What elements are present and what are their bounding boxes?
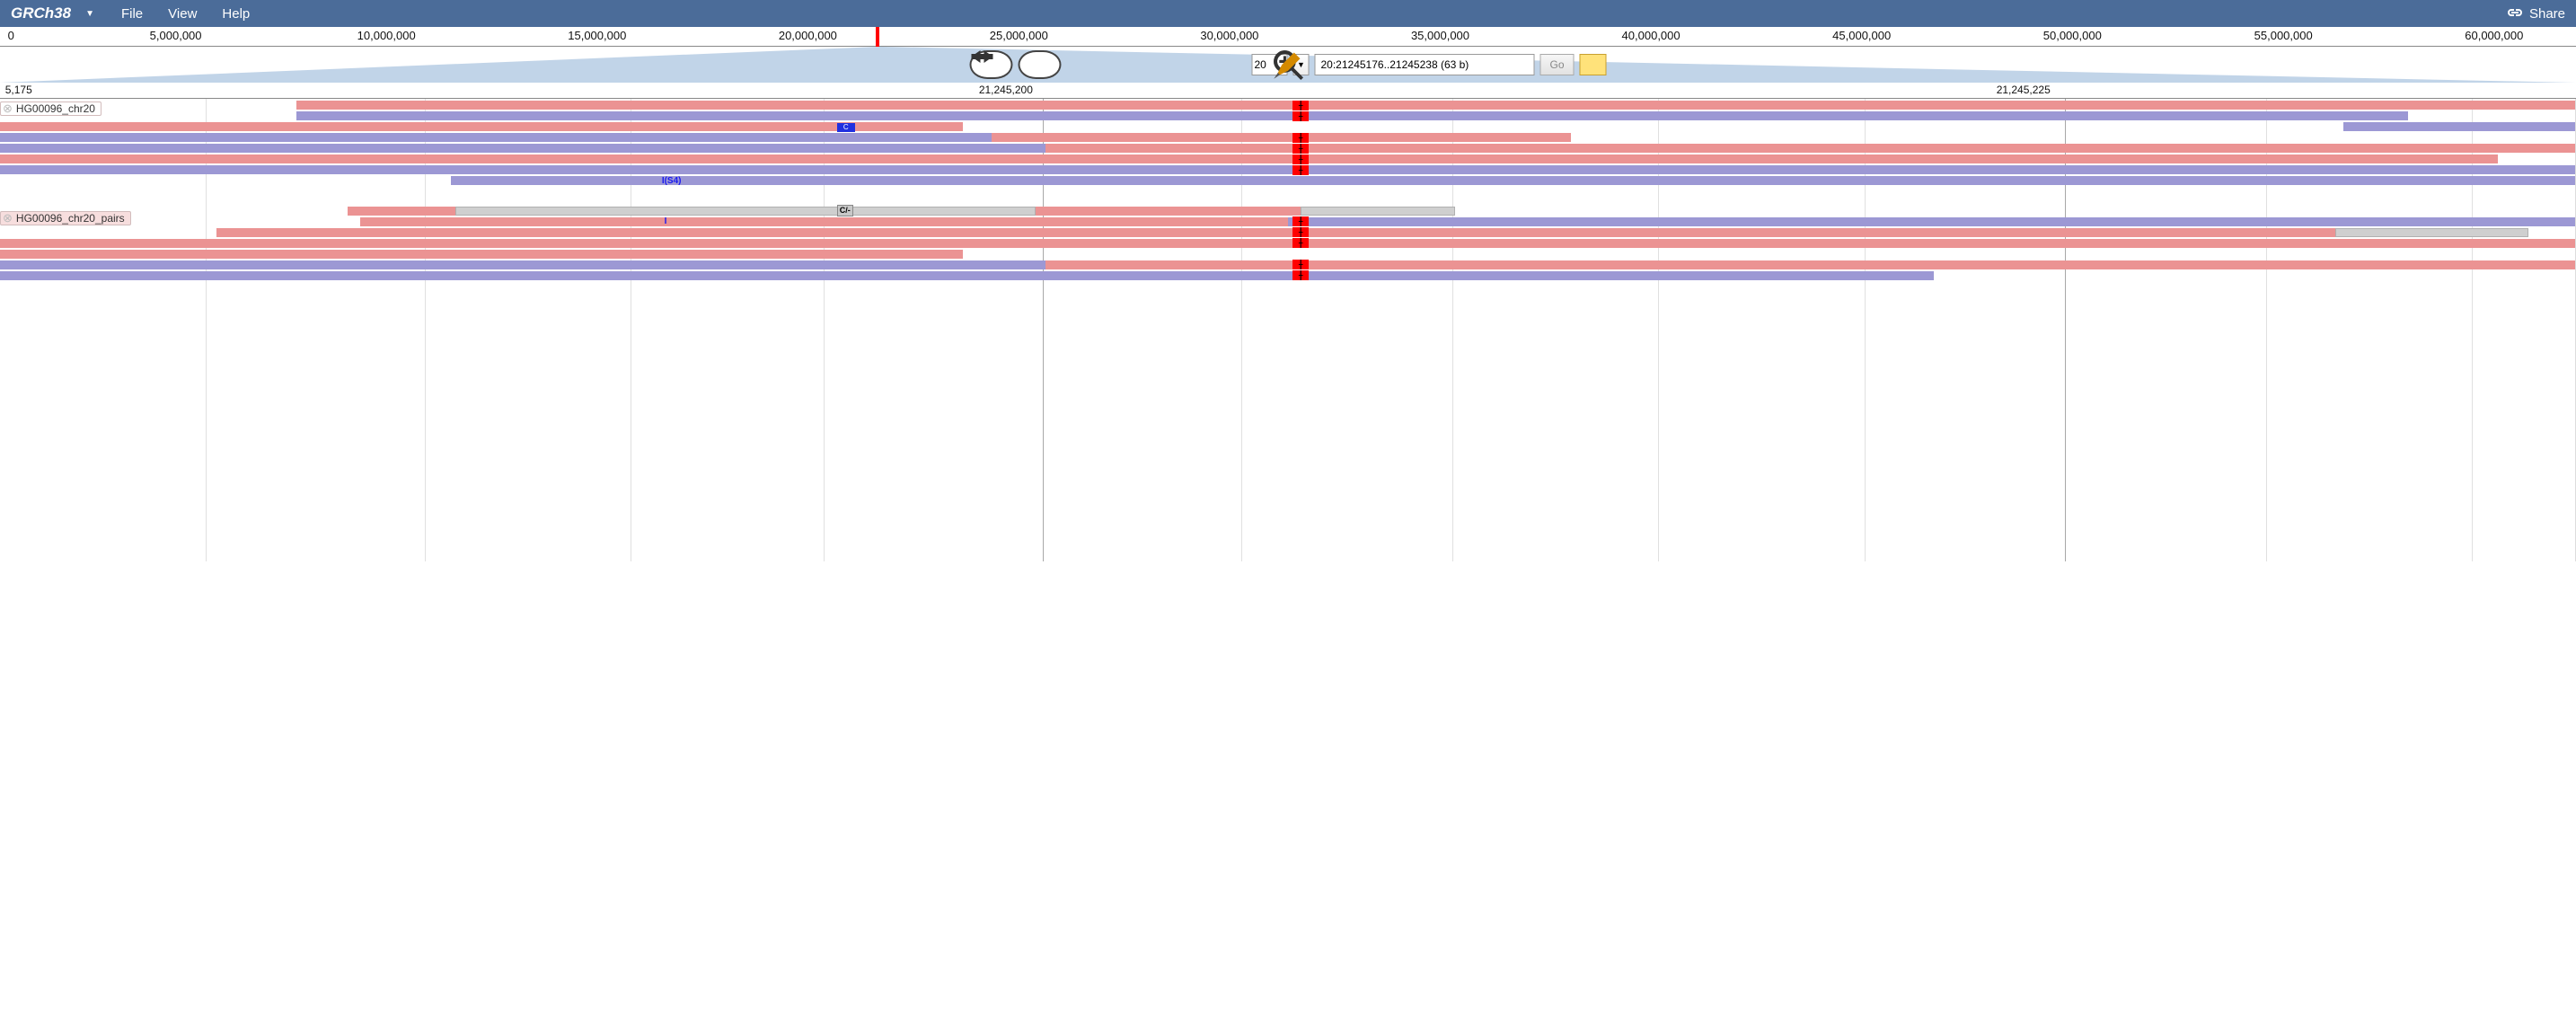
ruler-label: 21,245,225 [1997,84,2051,96]
read-overlay-label: C/- [837,205,853,216]
track-header[interactable]: ⊗HG00096_chr20_pairs [0,211,131,225]
ruler-tick: 50,000,000 [2043,29,2102,42]
zoom-wedge: ▼ Go [0,47,2576,83]
variant-marker[interactable]: TT [1292,165,1309,175]
navigation-toolbar: ▼ Go [969,49,1606,81]
ruler-tick: 30,000,000 [1200,29,1258,42]
variant-marker[interactable]: TT [1292,111,1309,121]
share-button[interactable]: Share [2506,6,2565,22]
variant-marker[interactable]: TT [1292,216,1309,226]
alignment-read[interactable] [1045,144,2575,153]
alignment-read[interactable] [455,207,1035,216]
alignment-read[interactable] [0,271,1934,280]
ruler-tick: 0 [8,29,14,42]
variant-marker[interactable]: TT [1292,133,1309,143]
alignment-read[interactable] [2343,122,2575,131]
alignment-read[interactable] [2335,228,2528,237]
alignment-read[interactable] [216,228,2336,237]
highlight-button[interactable] [1580,54,1607,75]
alignment-read[interactable] [451,176,2575,185]
alignment-read[interactable] [1301,207,1455,216]
alignment-read[interactable] [0,154,2498,163]
menu-help[interactable]: Help [222,6,250,22]
menu-bar: GRCh38 ▼ File View Help Share [0,0,2576,27]
track-label: HG00096_chr20_pairs [16,212,125,225]
alignment-read[interactable] [296,101,2575,110]
alignment-read[interactable] [296,111,2408,120]
share-label: Share [2529,6,2565,22]
menu-file[interactable]: File [121,6,143,22]
alignment-read[interactable] [1036,207,1301,216]
track-label: HG00096_chr20 [16,102,95,115]
ruler-tick: 45,000,000 [1832,29,1891,42]
track-header[interactable]: ⊗HG00096_chr20 [0,102,101,116]
ruler-tick: 20,000,000 [779,29,837,42]
variant-marker[interactable]: TT [1292,260,1309,269]
ruler-tick: 60,000,000 [2465,29,2523,42]
variant-marker[interactable]: TT [1292,144,1309,154]
ruler-label: 5,175 [5,84,32,96]
alignment-read[interactable] [0,165,2575,174]
variant-marker[interactable]: TT [1292,227,1309,237]
genome-select[interactable]: GRCh38 ▼ [11,4,94,22]
variant-marker[interactable]: TT [1292,154,1309,164]
insertion-marker[interactable]: I(S4) [662,176,682,186]
close-track-icon[interactable]: ⊗ [3,211,13,225]
variant-marker[interactable]: TT [1292,238,1309,248]
ruler-tick: 5,000,000 [150,29,202,42]
ruler-tick: 10,000,000 [357,29,416,42]
alignment-read[interactable] [0,250,963,259]
menu-view[interactable]: View [168,6,197,22]
alignment-read[interactable] [1288,217,2576,226]
alignment-read[interactable] [992,133,1571,142]
insertion-marker[interactable]: I [665,216,667,226]
link-icon [2506,6,2524,22]
ruler-label: 21,245,200 [979,84,1033,96]
tracks-panel[interactable]: ⊗HG00096_chr20TTTTTTTTTTTTCI(S4)⊗HG00096… [0,99,2576,561]
variant-marker[interactable]: TT [1292,270,1309,280]
mismatch-marker[interactable]: C [837,123,855,132]
alignment-read[interactable] [348,207,455,216]
genome-label: GRCh38 [11,4,71,22]
dropdown-icon: ▼ [85,9,94,19]
ruler-tick: 25,000,000 [990,29,1048,42]
alignment-read[interactable] [1045,260,2575,269]
close-track-icon[interactable]: ⊗ [3,102,13,116]
alignment-read[interactable] [0,239,2575,248]
alignment-read[interactable] [0,122,963,131]
chromosome-ruler[interactable]: 0 5,000,000 10,000,000 15,000,000 20,000,000… [0,27,2576,47]
variant-marker[interactable]: TT [1292,101,1309,110]
view-marker[interactable] [876,27,879,47]
ruler-tick: 15,000,000 [568,29,626,42]
ruler-tick: 40,000,000 [1622,29,1681,42]
ruler-tick: 35,000,000 [1411,29,1469,42]
region-ruler[interactable]: 5,175 21,245,200 21,245,225 [0,83,2576,99]
ruler-tick: 55,000,000 [2254,29,2313,42]
